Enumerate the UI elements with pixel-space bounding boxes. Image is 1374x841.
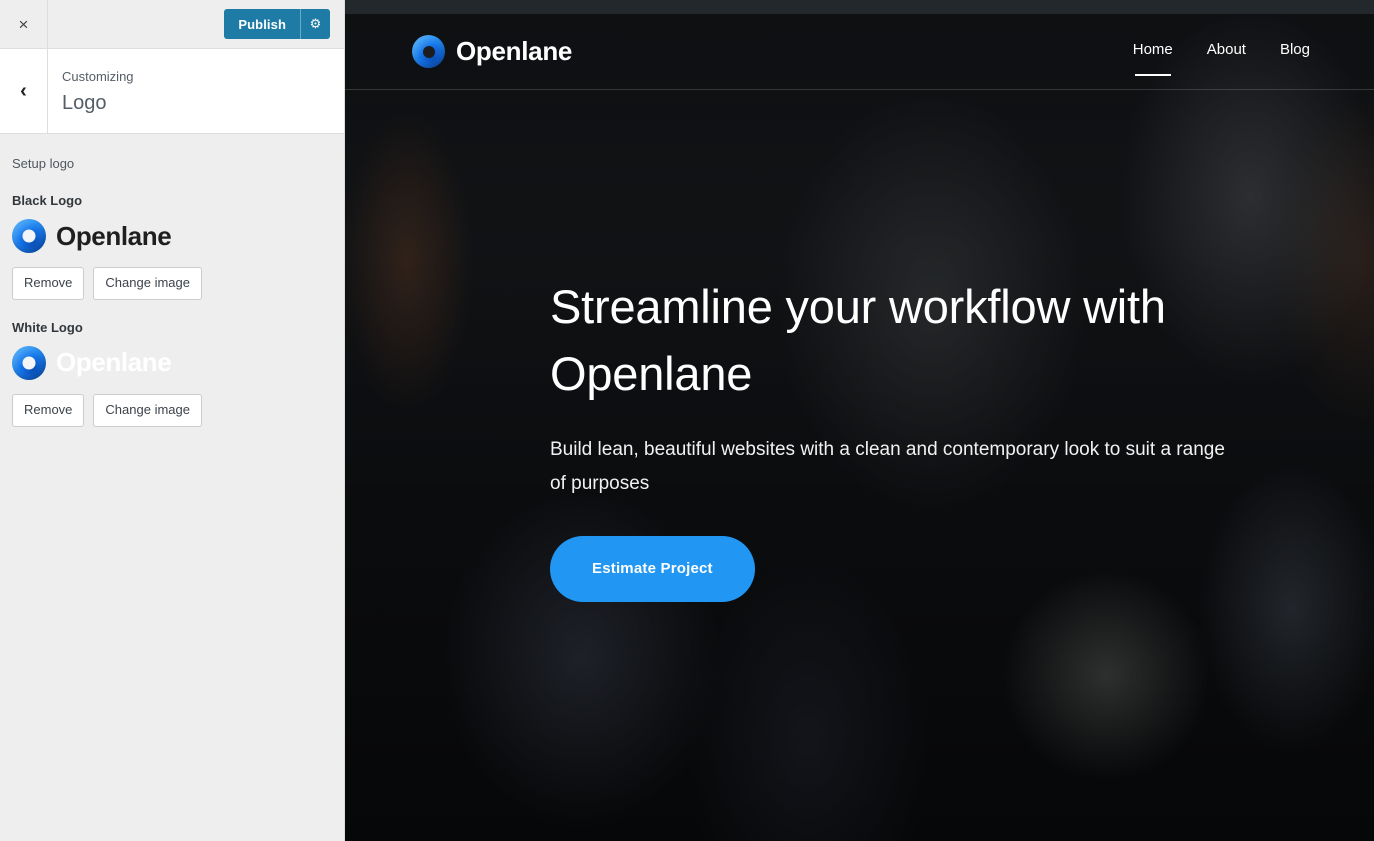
site-header: Openlane Home About Blog	[345, 14, 1374, 89]
hero-title: Streamline your workflow with Openlane	[550, 280, 1166, 400]
publish-button[interactable]: Publish	[224, 9, 300, 39]
back-chevron-icon[interactable]: ‹	[0, 49, 48, 133]
control-white-logo: White Logo Openlane Remove Change image	[12, 320, 332, 427]
gear-icon[interactable]: ⚙	[300, 9, 330, 39]
nav-item-home[interactable]: Home	[1133, 41, 1173, 76]
remove-white-logo-button[interactable]: Remove	[12, 393, 85, 427]
estimate-project-button[interactable]: Estimate Project	[550, 535, 755, 602]
panel-header: ‹ Customizing Logo	[0, 49, 344, 134]
openlane-logo-icon	[412, 35, 445, 68]
openlane-logo-icon	[12, 345, 46, 380]
close-icon[interactable]: ×	[0, 0, 48, 48]
hero-subtitle: Build lean, beautiful websites with a cl…	[550, 439, 1225, 494]
panel-body: Setup logo Black Logo Openlane Remove Ch…	[0, 134, 344, 427]
site-brand-name: Openlane	[456, 36, 573, 66]
page-title: Logo	[62, 91, 107, 114]
black-logo-actions: Remove Change image	[12, 267, 332, 300]
black-logo-preview: Openlane	[12, 216, 332, 256]
site-preview: Openlane Home About Blog Streamline your…	[345, 0, 1374, 841]
hero-section: Openlane Home About Blog Streamline your…	[345, 14, 1374, 841]
nav-item-about[interactable]: About	[1207, 41, 1246, 62]
preview-topbar	[345, 0, 1374, 14]
openlane-logo-icon	[12, 219, 46, 253]
white-logo-preview: Openlane	[12, 343, 332, 383]
control-black-logo: Black Logo Openlane Remove Change image	[12, 193, 332, 300]
customizer-sidebar: × Publish ⚙ ‹ Customizing Logo Setup log…	[0, 0, 345, 841]
change-black-logo-button[interactable]: Change image	[93, 267, 202, 300]
remove-black-logo-button[interactable]: Remove	[12, 267, 85, 300]
panel-titles: Customizing Logo	[48, 49, 344, 133]
customizer-topbar: × Publish ⚙	[0, 0, 344, 49]
white-logo-actions: Remove Change image	[12, 393, 332, 427]
nav-item-blog[interactable]: Blog	[1280, 41, 1310, 62]
white-logo-wordmark: Openlane	[56, 347, 172, 378]
site-brand[interactable]: Openlane	[412, 35, 572, 68]
publish-button-group: Publish ⚙	[224, 9, 330, 39]
breadcrumb: Customizing	[62, 69, 134, 84]
customizer-app: × Publish ⚙ ‹ Customizing Logo Setup log…	[0, 0, 1374, 841]
site-nav: Home About Blog	[1133, 41, 1310, 76]
change-white-logo-button[interactable]: Change image	[93, 393, 202, 427]
topbar-actions: Publish ⚙	[48, 0, 344, 48]
black-logo-wordmark: Openlane	[56, 220, 172, 251]
hero-content: Streamline your workflow with Openlane B…	[550, 274, 1250, 602]
header-divider	[345, 89, 1374, 90]
panel-description: Setup logo	[12, 156, 75, 171]
field-label-black-logo: Black Logo	[12, 193, 83, 208]
field-label-white-logo: White Logo	[12, 319, 83, 335]
